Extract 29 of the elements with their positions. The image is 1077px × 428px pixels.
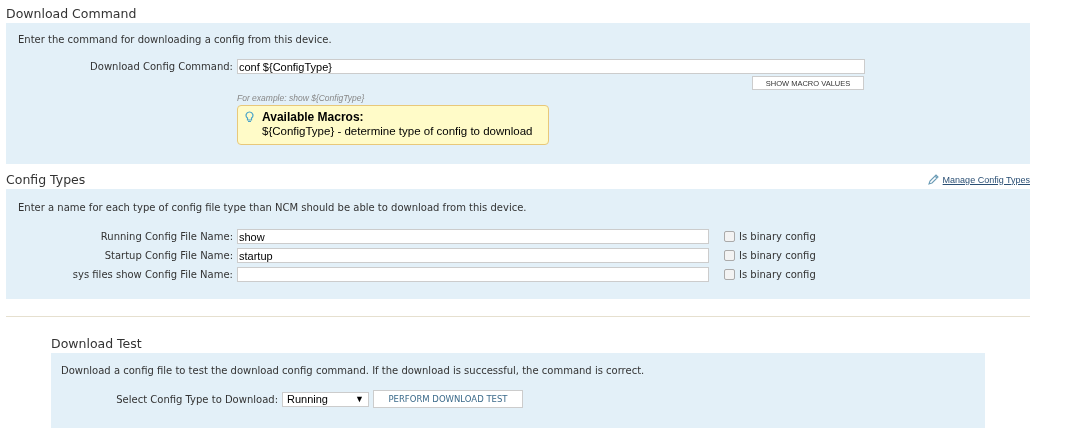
checkbox-label: Is binary config — [739, 231, 816, 242]
checkbox-label: Is binary config — [739, 269, 816, 280]
field-label: Select Config Type to Download: — [115, 393, 279, 405]
field-label: sys files show Config File Name: — [71, 269, 234, 280]
pencil-icon — [926, 173, 940, 186]
command-field[interactable]: conf ${ConfigType} — [237, 59, 865, 74]
field-label: Running Config File Name: — [99, 231, 234, 242]
config-type-dropdown[interactable]: Running ▼ — [282, 391, 369, 407]
file-name-field[interactable] — [237, 267, 709, 282]
perform-download-test-button[interactable]: PERFORM DOWNLOAD TEST — [373, 390, 523, 408]
description: Download a config file to test the download config command. If the download is successful, the command is correct. — [61, 364, 646, 378]
checkbox[interactable] — [724, 231, 735, 242]
section-title: Download Test — [51, 335, 142, 353]
section-title: Download Command — [6, 5, 137, 23]
manage-config-types-link[interactable]: Manage Config Types — [942, 174, 1030, 185]
file-name-field[interactable]: startup — [237, 248, 709, 263]
file-name-field[interactable]: show — [237, 229, 709, 244]
description: Enter a name for each type of config file type than NCM should be able to download from this device. — [18, 201, 528, 215]
field-label: Startup Config File Name: — [103, 250, 234, 261]
lightbulb-icon — [245, 111, 254, 123]
example-hint: For example: show ${ConfigType} — [237, 93, 366, 103]
checkbox[interactable] — [724, 250, 735, 261]
checkbox-label: Is binary config — [739, 250, 816, 261]
macro-description: ${ConfigType} - determine type of config to download — [262, 124, 533, 138]
section-title: Config Types — [6, 171, 86, 189]
checkbox[interactable] — [724, 269, 735, 280]
description: Enter the command for downloading a config from this device. — [18, 33, 333, 47]
macros-title: Available Macros: — [262, 110, 365, 124]
field-label: Download Config Command: — [89, 61, 234, 72]
